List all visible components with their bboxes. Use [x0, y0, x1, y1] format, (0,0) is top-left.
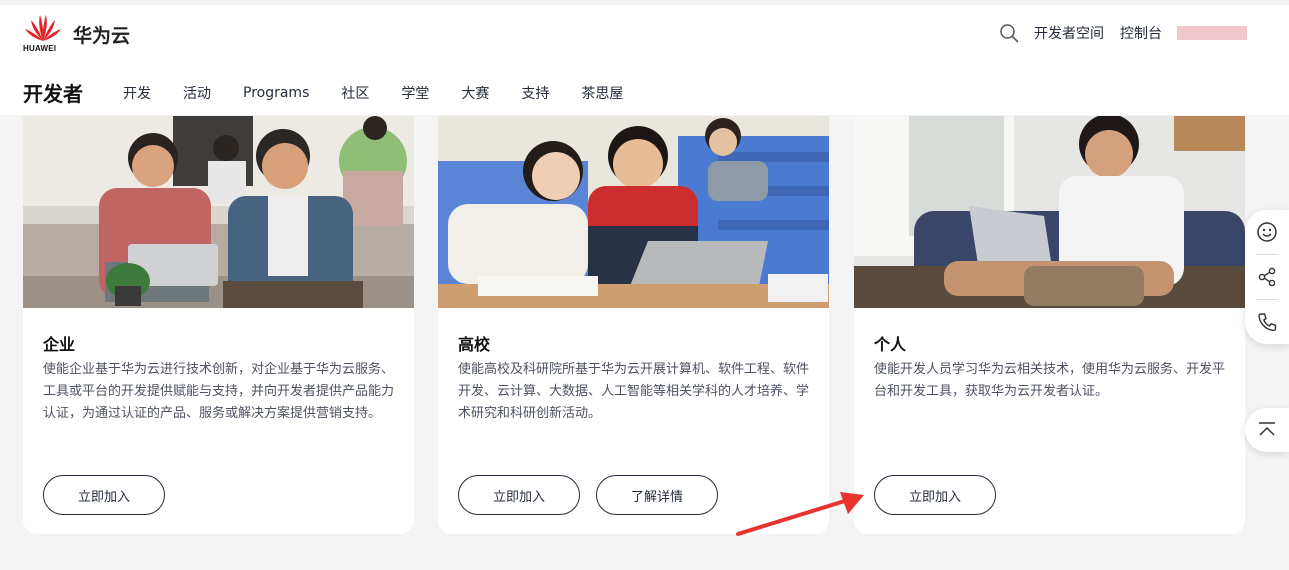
developer-space-link[interactable]: 开发者空间 — [1034, 23, 1104, 43]
feedback-tool[interactable] — [1245, 210, 1289, 254]
card-title: 企业 — [43, 335, 76, 354]
nav-item-support[interactable]: 支持 — [521, 83, 549, 103]
card-description: 使能开发人员学习华为云相关技术，使用华为云服务、开发平台和开发工具，获取华为云开… — [874, 362, 1226, 399]
nav-title[interactable]: 开发者 — [23, 78, 83, 107]
user-account-redacted[interactable] — [1177, 26, 1247, 40]
join-now-button[interactable]: 立即加入 — [458, 475, 580, 515]
share-tool[interactable] — [1245, 255, 1289, 299]
individual-photo — [854, 116, 1245, 308]
join-now-button[interactable]: 立即加入 — [43, 475, 165, 515]
contact-tool[interactable] — [1245, 300, 1289, 344]
site-header: HUAWEI 华为云 开发者空间 控制台 开发者 开发 活动 Programs … — [0, 0, 1289, 115]
nav-item-community[interactable]: 社区 — [341, 83, 369, 103]
smile-icon — [1257, 222, 1277, 242]
brand[interactable]: HUAWEI 华为云 — [23, 13, 130, 53]
learn-more-button[interactable]: 了解详情 — [596, 475, 718, 515]
search-icon[interactable] — [999, 23, 1019, 43]
back-to-top-button[interactable] — [1245, 408, 1289, 452]
classroom-students-image — [438, 116, 829, 308]
floating-toolbar — [1245, 210, 1289, 344]
nav-item-develop[interactable]: 开发 — [123, 83, 151, 103]
university-photo — [438, 116, 829, 308]
share-icon — [1258, 267, 1276, 287]
nav-item-tea-house[interactable]: 茶思屋 — [581, 83, 623, 103]
logo-text: HUAWEI — [23, 44, 57, 53]
join-now-button[interactable]: 立即加入 — [874, 475, 996, 515]
enterprise-photo — [23, 116, 414, 308]
home-laptop-image — [854, 116, 1245, 308]
card-description: 使能高校及科研院所基于华为云开展计算机、软件工程、软件开发、云计算、大数据、人工… — [458, 362, 810, 421]
developer-nav: 开发者 开发 活动 Programs 社区 学堂 大赛 支持 茶思屋 — [23, 78, 655, 107]
phone-icon — [1258, 313, 1277, 332]
huawei-logo[interactable]: HUAWEI — [23, 13, 63, 53]
nav-item-academy[interactable]: 学堂 — [401, 83, 429, 103]
top-divider — [0, 0, 1289, 5]
nav-item-programs[interactable]: Programs — [243, 85, 309, 101]
top-utilities: 开发者空间 控制台 — [999, 23, 1247, 43]
brand-name[interactable]: 华为云 — [73, 21, 130, 48]
console-link[interactable]: 控制台 — [1120, 23, 1162, 43]
card-description: 使能企业基于华为云进行技术创新，对企业基于华为云服务、工具或平台的开发提供赋能与… — [43, 362, 395, 421]
card-title: 高校 — [458, 335, 491, 354]
university-card: 高校 使能高校及科研院所基于华为云开展计算机、软件工程、软件开发、云计算、大数据… — [438, 116, 829, 534]
office-meeting-image — [23, 116, 414, 308]
nav-item-competition[interactable]: 大赛 — [461, 83, 489, 103]
card-title: 个人 — [874, 335, 907, 354]
huawei-petals-icon — [25, 15, 61, 41]
nav-item-activities[interactable]: 活动 — [183, 83, 211, 103]
annotation-arrow — [736, 492, 864, 536]
individual-card: 个人 使能开发人员学习华为云相关技术，使用华为云服务、开发平台和开发工具，获取华… — [854, 116, 1245, 534]
back-to-top-icon — [1259, 422, 1275, 436]
enterprise-card: 企业 使能企业基于华为云进行技术创新，对企业基于华为云服务、工具或平台的开发提供… — [23, 116, 414, 534]
